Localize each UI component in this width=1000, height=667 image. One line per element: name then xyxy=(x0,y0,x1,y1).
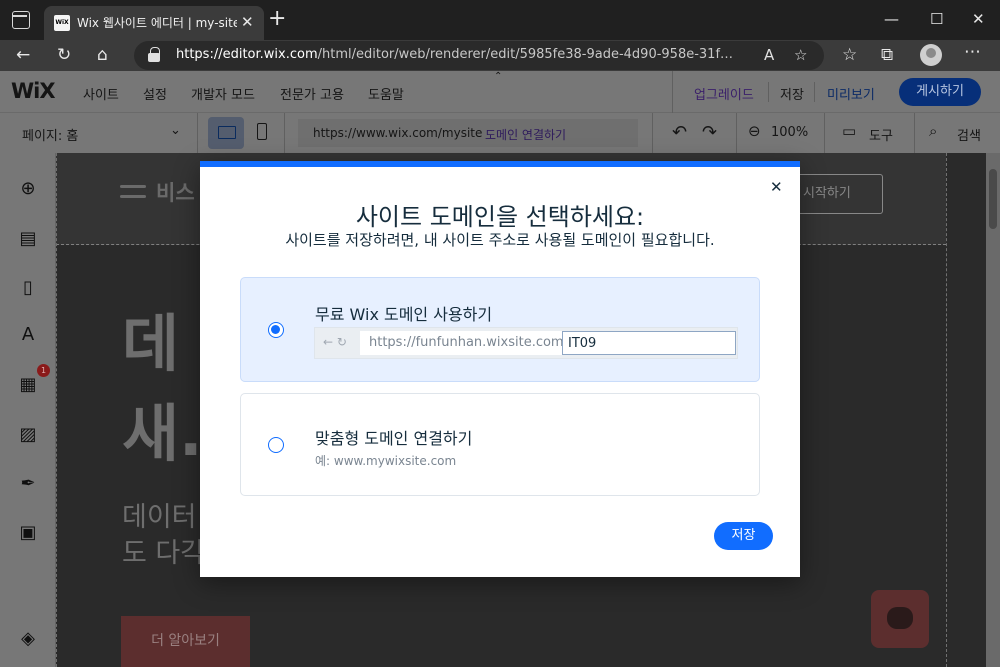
layers-icon[interactable]: ◈ xyxy=(18,629,38,649)
back-refresh-icon: ← ↻ xyxy=(323,335,347,349)
redo-icon[interactable]: ↷ xyxy=(702,122,717,143)
desktop-view-icon[interactable] xyxy=(208,117,244,149)
new-tab-icon[interactable]: + xyxy=(268,8,286,30)
maximize-icon[interactable]: ☐ xyxy=(930,10,943,28)
dialog-subtitle: 사이트를 저장하려면, 내 사이트 주소로 사용될 도메인이 필요합니다. xyxy=(285,231,715,249)
domain-prefix: https://funfunhan.wixsite.com/ xyxy=(369,335,568,350)
brand-logo-icon xyxy=(120,179,146,205)
choose-domain-dialog: ✕ 사이트 도메인을 선택하세요: 사이트를 저장하려면, 내 사이트 주소로 … xyxy=(200,161,800,577)
blog-pen-icon[interactable]: ✒ xyxy=(18,474,38,494)
chevron-down-icon[interactable]: ⌄ xyxy=(170,123,181,138)
minimize-icon[interactable]: — xyxy=(884,10,899,28)
custom-domain-label: 맞춤형 도메인 연결하기 xyxy=(315,429,473,448)
media-icon[interactable]: ▨ xyxy=(18,425,38,445)
save-button[interactable]: 저장 xyxy=(780,84,804,103)
divider xyxy=(768,82,769,102)
divider xyxy=(914,113,915,153)
back-icon[interactable]: ← xyxy=(16,45,30,65)
brand-name: 비스 xyxy=(156,181,195,205)
more-icon[interactable]: ⋯ xyxy=(964,42,981,62)
domain-url-row: ← ↻ https://funfunhan.wixsite.com/ xyxy=(314,327,738,359)
lock-icon[interactable] xyxy=(148,47,160,62)
learn-more-button[interactable]: 더 알아보기 xyxy=(121,616,250,667)
wix-favicon-icon: WiX xyxy=(54,15,70,31)
search-icon[interactable]: ⌕ xyxy=(929,122,937,140)
divider xyxy=(197,113,198,153)
canvas-scrollbar[interactable] xyxy=(986,153,1000,667)
mobile-view-icon[interactable] xyxy=(257,123,267,140)
add-elements-icon[interactable]: ⊕ xyxy=(18,179,38,199)
tab-title: Wix 웹사이트 에디터 | my-site-4 xyxy=(77,16,237,30)
collections-icon[interactable]: ⧉ xyxy=(881,45,893,65)
browser-toolbar: ← ↻ ⌂ https://editor.wix.com/html/editor… xyxy=(0,40,1000,71)
wix-logo[interactable]: WiX xyxy=(11,79,56,103)
canvas-guide xyxy=(56,153,57,667)
tools-button[interactable]: 도구 xyxy=(869,125,893,144)
pages-icon[interactable]: ▯ xyxy=(18,278,38,298)
tab-actions-icon[interactable] xyxy=(12,11,30,29)
collapse-toolbar-icon[interactable]: ⌃ xyxy=(494,71,502,82)
left-rail: ⊕ ▤ ▯ A ▦ 1 ▨ ✒ ▣ ◈ xyxy=(0,153,56,667)
menu-hire-expert[interactable]: 전문가 고용 xyxy=(280,84,344,103)
apps-badge: 1 xyxy=(37,364,50,377)
custom-domain-radio[interactable] xyxy=(268,437,284,453)
divider xyxy=(652,113,653,153)
free-domain-option[interactable]: 무료 Wix 도메인 사용하기 ← ↻ https://funfunhan.wi… xyxy=(240,277,760,382)
site-design-icon[interactable]: A xyxy=(18,325,38,345)
wix-sub-bar: 페이지: 홈 ⌄ https://www.wix.com/mysite 도메인 … xyxy=(0,113,1000,153)
connect-domain-link[interactable]: 도메인 연결하기 xyxy=(485,126,566,143)
bookings-calendar-icon[interactable]: ▣ xyxy=(18,523,38,543)
zoom-level[interactable]: 100% xyxy=(771,125,808,140)
undo-icon[interactable]: ↶ xyxy=(672,122,687,143)
apps-icon[interactable]: ▦ xyxy=(18,375,38,395)
zoom-out-icon[interactable]: ⊖ xyxy=(748,122,761,140)
divider xyxy=(736,113,737,153)
browser-tab[interactable]: WiX Wix 웹사이트 에디터 | my-site-4 ✕ xyxy=(44,6,264,40)
profile-avatar[interactable] xyxy=(920,44,942,66)
preview-button[interactable]: 미리보기 xyxy=(827,84,875,103)
custom-domain-option[interactable]: 맞춤형 도메인 연결하기 예: www.mywixsite.com xyxy=(240,393,760,496)
tab-close-icon[interactable]: ✕ xyxy=(241,13,254,31)
tools-icon[interactable]: ▭ xyxy=(842,122,856,140)
close-icon[interactable]: ✕ xyxy=(770,178,783,196)
sections-icon[interactable]: ▤ xyxy=(18,229,38,249)
home-icon[interactable]: ⌂ xyxy=(97,45,108,65)
custom-domain-hint: 예: www.mywixsite.com xyxy=(315,454,457,468)
chat-icon[interactable] xyxy=(871,590,929,648)
site-name-input[interactable] xyxy=(562,331,736,355)
browser-tab-bar: WiX Wix 웹사이트 에디터 | my-site-4 ✕ + — ☐ ✕ xyxy=(0,0,1000,40)
site-url: https://www.wix.com/mysite xyxy=(313,126,483,140)
divider xyxy=(814,82,815,102)
hero-title: 데 새. xyxy=(122,307,203,470)
dialog-save-button[interactable]: 저장 xyxy=(714,522,773,550)
canvas-guide xyxy=(946,153,947,667)
favorites-icon[interactable]: ☆ xyxy=(842,45,857,65)
free-domain-radio[interactable] xyxy=(268,322,284,338)
menu-dev-mode[interactable]: 개발자 모드 xyxy=(191,84,255,103)
menu-settings[interactable]: 설정 xyxy=(143,84,167,103)
refresh-icon[interactable]: ↻ xyxy=(57,45,71,65)
page-selector[interactable]: 페이지: 홈 xyxy=(22,125,78,144)
window-close-icon[interactable]: ✕ xyxy=(972,10,985,28)
free-domain-label: 무료 Wix 도메인 사용하기 xyxy=(315,305,493,324)
url-text[interactable]: https://editor.wix.com/html/editor/web/r… xyxy=(176,47,736,62)
add-favorite-icon[interactable]: ☆ xyxy=(794,46,807,64)
divider xyxy=(284,113,285,153)
menu-help[interactable]: 도움말 xyxy=(368,84,404,103)
upgrade-button[interactable]: 업그레이드 xyxy=(694,84,754,103)
hero-subtitle: 데이터 도 다각 xyxy=(122,502,206,569)
address-bar[interactable]: https://editor.wix.com/html/editor/web/r… xyxy=(134,41,824,70)
menu-site[interactable]: 사이트 xyxy=(83,84,119,103)
search-button[interactable]: 검색 xyxy=(957,125,981,144)
divider xyxy=(672,71,673,113)
dialog-title: 사이트 도메인을 선택하세요: xyxy=(355,203,645,231)
divider xyxy=(824,113,825,153)
site-url-bar: https://www.wix.com/mysite 도메인 연결하기 xyxy=(298,119,638,147)
domain-prefix-box: https://funfunhan.wixsite.com/ xyxy=(360,331,568,355)
read-aloud-icon[interactable]: A xyxy=(764,46,774,64)
publish-button[interactable]: 게시하기 xyxy=(899,78,981,106)
